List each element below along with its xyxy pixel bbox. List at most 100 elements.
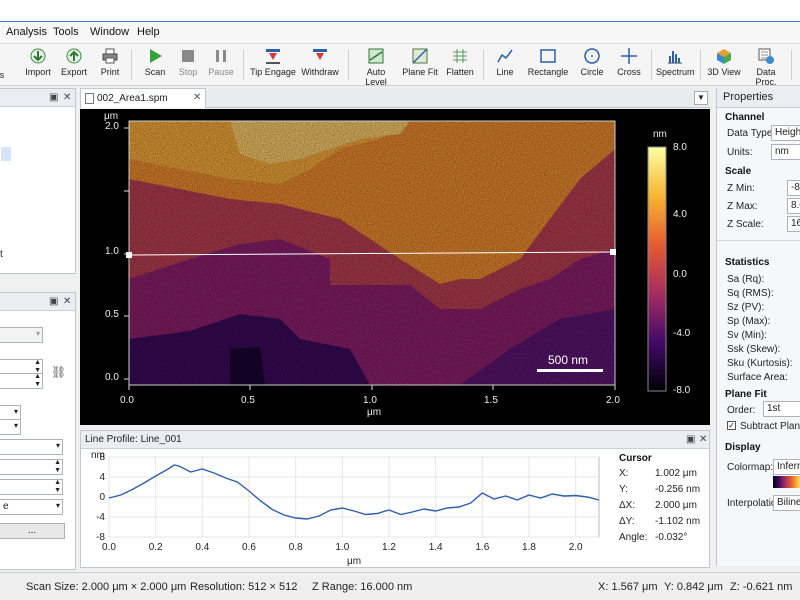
float-icon[interactable]: ▣ [49,296,58,307]
menu-tools[interactable]: Tools [53,26,79,38]
scale-section-title: Scale [725,166,752,177]
import-button[interactable]: Import [22,47,54,83]
spin-field-4[interactable]: ▲ ▼ [0,479,63,495]
x-tick: 0.0 [120,395,134,406]
x-tick-label: 1.4 [429,542,443,553]
colormap-select[interactable]: Inferno [773,459,800,475]
mode-select[interactable]: ▾ [0,327,43,343]
float-icon[interactable]: ▣ [686,434,695,445]
x-tick-label: 1.8 [522,542,536,553]
more-button[interactable]: ... [0,523,65,539]
units-select[interactable]: nm [771,144,800,160]
x-tick: 2.0 [606,395,620,406]
data-type-select[interactable]: Height [771,125,800,141]
stop-button[interactable]: Stop [173,47,203,83]
dropdown-4[interactable]: e ▾ [0,499,63,515]
x-tick-label: 2.0 [569,542,583,553]
export-button[interactable]: Export [58,47,90,83]
withdraw-button[interactable]: Withdraw [299,47,341,83]
chevron-down-icon: ▾ [13,407,18,416]
interpolation-select[interactable]: Bilinear [773,495,800,511]
cursor-label: X: [619,468,629,479]
line-profile-panel: Line Profile: Line_001 ▣ ✕ 8 4 0 -4 -8 0.0 0.2… [80,430,710,568]
cursor-label: ΔY: [619,516,635,527]
dropdown-2[interactable]: ▾ [0,419,21,435]
spin-arrows-icon[interactable]: ▲ ▼ [54,459,61,475]
menu-window[interactable]: Window [90,26,129,38]
print-icon [102,48,118,64]
stop-icon [182,50,194,62]
plane-fit-section-title: Plane Fit [725,389,767,400]
play-icon [150,49,162,63]
subtract-plane-checkbox[interactable]: ✓ [727,421,736,430]
cross-tool-button[interactable]: Cross [614,47,644,83]
spin-field-3[interactable]: ▲ ▼ [0,459,63,475]
stat-label: Sku (Kurtosis): [727,358,793,369]
line-profile-title: Line Profile: Line_001 [85,434,182,445]
print-button[interactable]: Print [95,47,125,83]
tip-engage-button[interactable]: Tip Engage [250,47,296,83]
order-select[interactable]: 1st [763,401,800,417]
flatten-button[interactable]: Flatten [443,47,477,83]
tab-002-area1[interactable]: 002_Area1.spm ✕ [80,88,206,108]
rectangle-tool-button[interactable]: Rectangle [526,47,570,83]
data-proc-button[interactable]: Data Proc. [746,47,786,87]
chevron-down-icon: ▾ [55,441,60,450]
stat-label: Ssk (Skew): [727,344,781,355]
data-proc-icon [758,48,774,64]
withdraw-label: Withdraw [301,67,339,77]
circle-tool-button[interactable]: Circle [576,47,608,83]
close-icon[interactable]: ✕ [63,296,71,307]
spin-field-2[interactable]: ▲ ▼ [0,373,43,389]
toolbar: s Import Export Print Scan Stop Pause Ti… [0,44,800,87]
link-icon[interactable]: ⛓ [51,365,66,379]
z-max-input[interactable]: 8.0 [787,198,800,214]
close-tab-icon[interactable]: ✕ [193,92,201,103]
z-scale-input[interactable]: 16 [787,216,800,232]
profile-line-end-handle[interactable] [610,249,616,255]
menu-help[interactable]: Help [137,26,160,38]
close-icon[interactable]: ✕ [699,434,707,445]
properties-title: Properties [723,91,774,103]
status-resolution: Resolution: 512 × 512 [190,581,298,593]
tree-item-fragment[interactable]: t [0,249,3,260]
scale-bar [537,369,603,372]
spectrum-icon [668,51,682,64]
menu-analysis[interactable]: Analysis [6,26,47,38]
spin-arrows-icon[interactable]: ▲ ▼ [54,479,61,495]
3d-view-button[interactable]: 3D View [705,47,743,83]
data-proc-label: Data Proc. [755,67,777,87]
toolbar-separator [700,50,701,80]
3d-view-icon [717,49,731,64]
chevron-down-icon: ▾ [35,329,40,338]
close-icon[interactable]: ✕ [63,92,71,103]
document-tab-bar: 002_Area1.spm ✕ ▼ [80,88,710,108]
float-icon[interactable]: ▣ [49,92,58,103]
auto-level-button[interactable]: Auto Level [355,47,397,87]
profile-line-start-handle[interactable] [126,252,132,258]
properties-header: Properties [717,88,800,108]
y-tick-label: -4 [96,512,105,523]
y-tick-label: 4 [99,472,105,483]
line-icon [497,49,513,63]
spin-arrows-icon[interactable]: ▲ ▼ [34,373,41,389]
scan-button[interactable]: Scan [139,47,171,83]
cursor-label: ΔX: [619,500,636,511]
z-scale-label: Z Scale: [727,219,764,230]
dropdown-3[interactable]: ▾ [0,439,63,455]
line-tool-button[interactable]: Line [490,47,520,83]
colormap-preview [773,476,800,488]
auto-level-icon [368,48,384,64]
x-tick-label: 0.6 [242,542,256,553]
print-label: Print [100,67,120,77]
spectrum-button[interactable]: Spectrum [656,47,695,83]
plane-fit-button[interactable]: Plane Fit [402,47,438,83]
line-profile-chart[interactable]: 840-4-80.0 0.2 0.4 0.6 0.8 1.0 1.2 1.4 1.6 1.8 2.0… [81,449,609,569]
colorbar-tick: -4.0 [673,328,691,339]
pause-button[interactable]: Pause [206,47,236,83]
tab-list-chevron-icon[interactable]: ▼ [694,91,708,105]
auto-level-label: Auto Level [365,67,387,87]
z-min-input[interactable]: -8. [787,180,800,196]
toolbar-separator [243,50,244,80]
selected-tree-item[interactable] [1,147,11,161]
